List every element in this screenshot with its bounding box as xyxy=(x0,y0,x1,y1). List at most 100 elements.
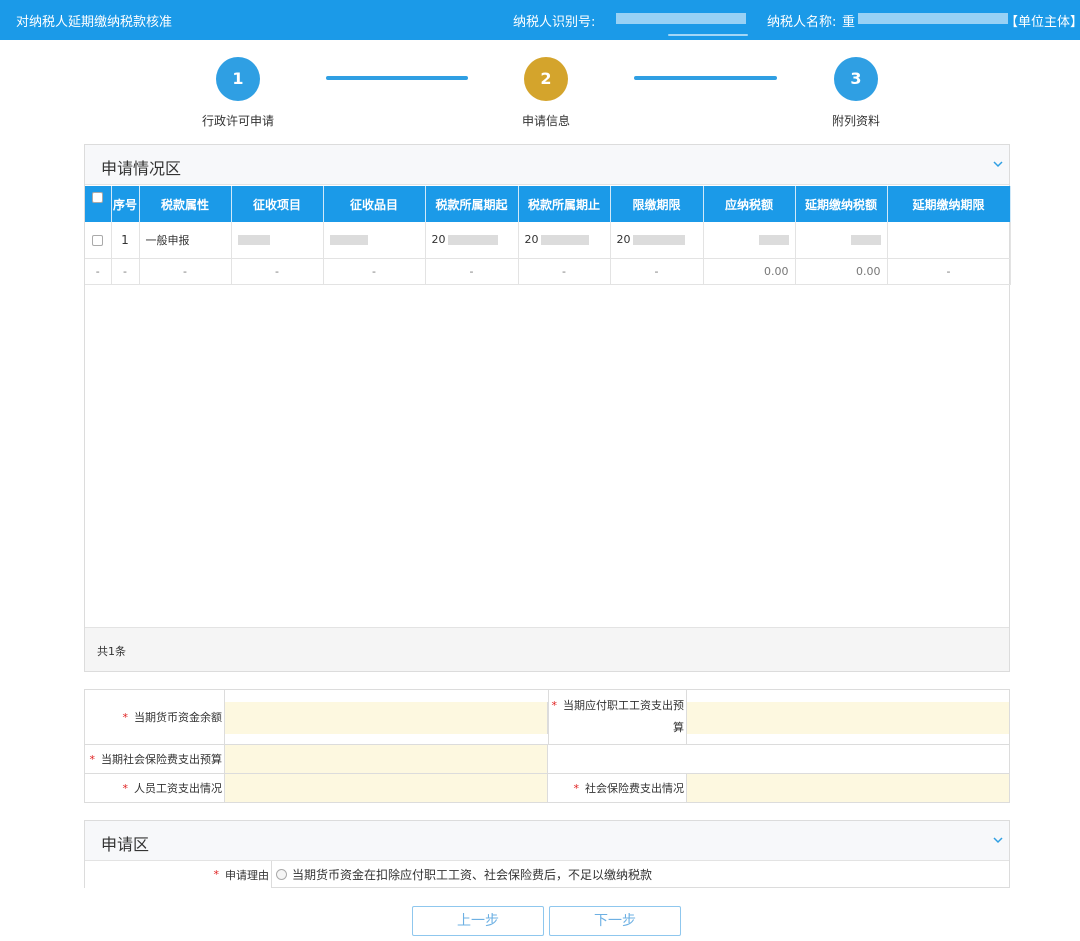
step-2-label: 申请信息 xyxy=(521,114,570,128)
col-levy-subitem: 征收品目 xyxy=(323,186,426,222)
step-1-circle[interactable]: 1 xyxy=(216,57,260,101)
row-checkbox[interactable] xyxy=(92,234,104,246)
form-row: * 当期社会保险费支出预算 xyxy=(85,745,1009,774)
redacted-value xyxy=(758,235,789,246)
reason-label-text: 申请理由 xyxy=(225,868,269,882)
salary-budget-label: * 当期应付职工工资支出预 算 xyxy=(548,690,687,744)
required-mark: * xyxy=(122,781,129,795)
step-3-circle[interactable]: 3 xyxy=(834,57,878,101)
dash-cell: - xyxy=(518,258,611,285)
row-tax-attr: 一般申报 xyxy=(139,222,232,259)
apply-header[interactable]: 申请区 xyxy=(85,821,1009,861)
table-header-row: 序号 税款属性 征收项目 征收品目 税款所属期起 税款所属期止 限缴期限 应纳税… xyxy=(85,186,1011,222)
select-all-header[interactable] xyxy=(85,186,112,222)
next-step-button[interactable]: 下一步 xyxy=(549,906,681,936)
social-budget-label: * 当期社会保险费支出预算 xyxy=(85,745,225,773)
salary-spend-label: * 人员工资支出情况 xyxy=(85,774,225,802)
col-index: 序号 xyxy=(111,186,140,222)
row-levy-subitem xyxy=(323,222,426,259)
col-levy-item: 征收项目 xyxy=(231,186,324,222)
col-tax-amount: 应纳税额 xyxy=(703,186,796,222)
row-deferred-deadline xyxy=(887,222,1011,259)
chevron-down-icon[interactable] xyxy=(993,835,1003,845)
dash-cell: - xyxy=(111,258,140,285)
col-period-end: 税款所属期止 xyxy=(518,186,611,222)
dash-cell: - xyxy=(323,258,426,285)
social-budget-input[interactable] xyxy=(225,745,548,773)
period-end-prefix: 20 xyxy=(524,233,539,247)
entity-tag: 【单位主体】 xyxy=(1005,15,1080,30)
taxpayer-id-label: 纳税人识别号: xyxy=(513,15,596,30)
social-spend-label: * 社会保险费支出情况 xyxy=(548,774,687,802)
row-tax-amount xyxy=(703,222,796,259)
row-select-cell[interactable] xyxy=(85,222,112,259)
apply-status-header[interactable]: 申请情况区 xyxy=(85,145,1009,185)
redacted-value xyxy=(447,235,498,246)
dash-cell: - xyxy=(610,258,704,285)
row-index: 1 xyxy=(111,222,140,259)
col-deadline: 限缴期限 xyxy=(610,186,704,222)
redacted-value xyxy=(632,235,685,246)
row-period-end: 20 xyxy=(518,222,611,259)
total-deferred-amount: 0.00 xyxy=(795,258,888,285)
step-3-label: 附列资料 xyxy=(831,114,880,128)
prev-step-button[interactable]: 上一步 xyxy=(412,906,544,936)
apply-title: 申请区 xyxy=(101,835,150,854)
dash-cell: - xyxy=(887,258,1011,285)
table-row: - - - - - - - - 0.00 0.00 - xyxy=(85,258,1011,285)
header-underline xyxy=(668,34,748,36)
reason-row: * 申请理由 当期货币资金在扣除应付职工工资、社会保险费后，不足以缴纳税款 xyxy=(85,861,1009,888)
row-levy-item xyxy=(231,222,324,259)
page-title: 对纳税人延期缴纳税款核准 xyxy=(16,15,173,30)
redacted-value xyxy=(329,235,368,246)
header-bar: 对纳税人延期缴纳税款核准 纳税人识别号: 纳税人名称: 重 【单位主体】 xyxy=(0,0,1080,40)
deadline-prefix: 20 xyxy=(616,233,631,247)
salary-spend-input[interactable] xyxy=(225,774,548,802)
row-deadline: 20 xyxy=(610,222,704,259)
taxpayer-name-redacted xyxy=(858,13,1008,24)
step-1-label: 行政许可申请 xyxy=(201,114,274,128)
reason-label: * 申请理由 xyxy=(85,861,272,888)
taxpayer-name-value: 重 xyxy=(842,15,856,30)
step-2-circle[interactable]: 2 xyxy=(524,57,568,101)
period-start-prefix: 20 xyxy=(431,233,446,247)
form-row: * 人员工资支出情况 * 社会保险费支出情况 xyxy=(85,774,1009,802)
social-spend-input[interactable] xyxy=(687,774,1009,802)
salary-budget-input[interactable] xyxy=(687,702,1009,734)
reason-option[interactable]: 当期货币资金在扣除应付职工工资、社会保险费后，不足以缴纳税款 xyxy=(272,861,1009,888)
apply-status-table: 序号 税款属性 征收项目 征收品目 税款所属期起 税款所属期止 限缴期限 应纳税… xyxy=(85,186,1011,285)
reason-radio[interactable] xyxy=(276,869,287,880)
empty-cell xyxy=(548,745,1009,773)
taxpayer-name-label: 纳税人名称: xyxy=(767,15,837,30)
form-row: * 当期货币资金余额 * 当期应付职工工资支出预 算 xyxy=(85,690,1009,745)
cash-balance-label: * 当期货币资金余额 xyxy=(85,690,225,744)
redacted-value xyxy=(850,235,881,246)
reason-option-text: 当期货币资金在扣除应付职工工资、社会保险费后，不足以缴纳税款 xyxy=(292,868,653,882)
apply-panel: 申请区 * 申请理由 当期货币资金在扣除应付职工工资、社会保险费后，不足以缴纳税款 xyxy=(84,820,1010,888)
dash-cell: - xyxy=(231,258,324,285)
table-row[interactable]: 1 一般申报 20 20 20 xyxy=(85,222,1011,259)
apply-status-panel: 申请情况区 序号 税款属性 征收项目 征收品目 税款所属期起 税款所属期止 限缴… xyxy=(84,144,1011,672)
cash-balance-text: 当期货币资金余额 xyxy=(134,711,222,724)
record-count: 共1条 xyxy=(97,645,126,658)
financial-form: * 当期货币资金余额 * 当期应付职工工资支出预 算 * 当期社会保险费支出预算 * 人… xyxy=(84,689,1010,803)
redacted-value xyxy=(237,235,270,246)
apply-status-title: 申请情况区 xyxy=(101,159,182,178)
step-connector-2 xyxy=(634,76,777,80)
row-period-start: 20 xyxy=(425,222,519,259)
row-deferred-amount xyxy=(795,222,888,259)
total-tax-amount: 0.00 xyxy=(703,258,796,285)
required-mark: * xyxy=(551,699,558,712)
step-connector-1 xyxy=(326,76,468,80)
chevron-down-icon[interactable] xyxy=(993,159,1003,169)
dash-cell: - xyxy=(85,258,112,285)
social-budget-text: 当期社会保险费支出预算 xyxy=(101,753,222,766)
redacted-value xyxy=(540,235,589,246)
required-mark: * xyxy=(122,710,129,724)
col-tax-attr: 税款属性 xyxy=(139,186,232,222)
required-mark: * xyxy=(89,752,96,766)
dash-cell: - xyxy=(425,258,519,285)
table-footer: 共1条 xyxy=(85,627,1009,671)
select-all-checkbox[interactable] xyxy=(92,192,104,203)
cash-balance-input[interactable] xyxy=(225,702,548,734)
